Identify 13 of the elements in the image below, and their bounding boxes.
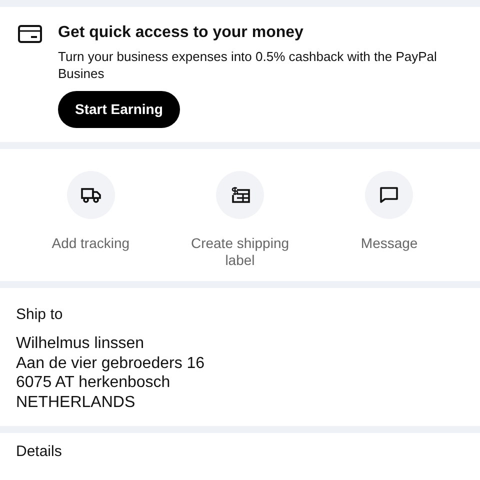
action-label: Create shipping label <box>190 234 290 268</box>
promo-text: Turn your business expenses into 0.5% cashback with the PayPal Busines <box>58 49 438 83</box>
address-line: Aan de vier gebroeders 16 <box>16 354 206 374</box>
address-line: NETHERLANDS <box>16 392 136 412</box>
promo-title: Get quick access to your money <box>58 23 304 43</box>
action-label: Add tracking <box>50 234 131 252</box>
card-icon <box>18 25 42 43</box>
section-heading: Ship to <box>16 304 64 325</box>
action-label: Message <box>360 234 419 252</box>
start-earning-button[interactable]: Start Earning <box>58 90 180 128</box>
address-line: Wilhelmus linssen <box>16 334 146 354</box>
address-line: 6075 AT herkenbosch <box>16 373 172 393</box>
section-heading: Details <box>16 442 63 462</box>
